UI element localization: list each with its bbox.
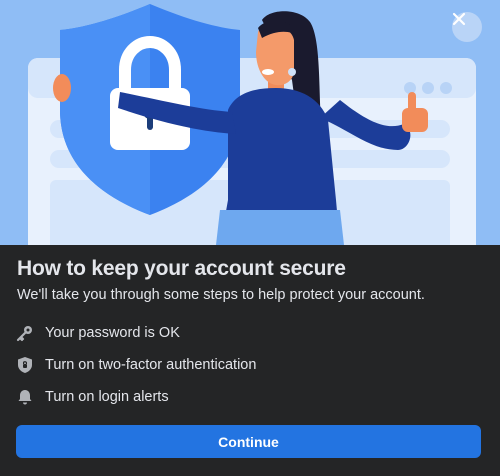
step-password: Your password is OK [0,317,500,349]
dialog-title: How to keep your account secure [17,257,346,280]
step-label: Your password is OK [45,325,180,341]
close-button[interactable] [452,12,482,42]
hero-illustration [0,0,500,245]
close-icon [452,12,466,26]
key-icon [16,324,34,342]
security-illustration [28,4,476,245]
security-dialog: How to keep your account secure We'll ta… [0,0,500,476]
step-login-alerts: Turn on login alerts [0,381,500,413]
step-label: Turn on two-factor authentication [45,357,257,373]
continue-button[interactable]: Continue [16,425,481,458]
shield-icon [16,356,34,374]
bell-icon [16,388,34,406]
step-two-factor: Turn on two-factor authentication [0,349,500,381]
steps-list: Your password is OK Turn on two-factor a… [0,317,500,413]
step-label: Turn on login alerts [45,389,169,405]
dialog-subtitle: We'll take you through some steps to hel… [17,287,425,303]
dialog-content: How to keep your account secure We'll ta… [0,245,500,476]
